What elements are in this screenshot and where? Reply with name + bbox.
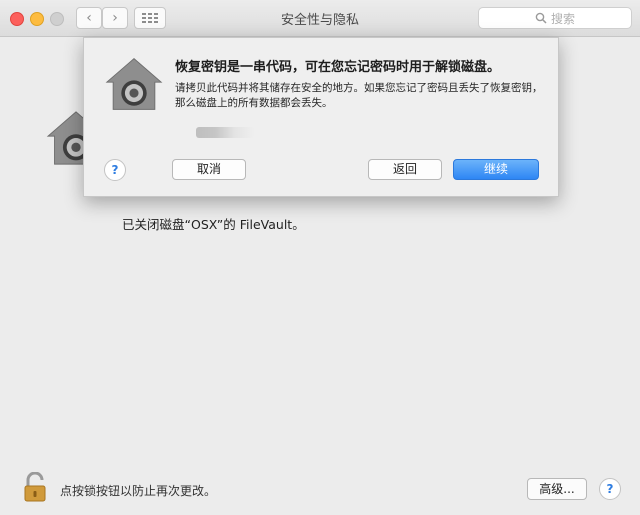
cancel-button[interactable]: 取消 [172, 159, 246, 180]
lock-hint-text: 点按锁按钮以防止再次更改。 [60, 484, 217, 498]
search-icon [535, 12, 547, 24]
back-button[interactable]: 返回 [368, 159, 442, 180]
advanced-button[interactable]: 高级... [527, 478, 587, 500]
filevault-status-text: 已关闭磁盘“OSX”的 FileVault。 [122, 217, 305, 232]
continue-button[interactable]: 继续 [453, 159, 539, 180]
sheet-message: 请拷贝此代码并将其储存在安全的地方。如果您忘记了密码且丢失了恢复密钥，那么磁盘上… [175, 82, 543, 109]
search-field[interactable]: 搜索 [478, 7, 632, 29]
help-button[interactable]: ? [599, 478, 621, 500]
filevault-icon [105, 58, 163, 110]
recovery-key-sheet: 恢复密钥是一串代码，可在您忘记密码时用于解锁磁盘。 请拷贝此代码并将其储存在安全… [83, 37, 559, 197]
sheet-title: 恢复密钥是一串代码，可在您忘记密码时用于解锁磁盘。 [175, 60, 501, 75]
unlocked-padlock-icon[interactable] [24, 472, 46, 502]
sheet-help-button[interactable]: ? [104, 159, 126, 181]
window-titlebar: ‹ › 安全性与隐私 搜索 [0, 0, 640, 37]
recovery-key-redacted [196, 127, 254, 138]
search-placeholder: 搜索 [550, 11, 575, 26]
